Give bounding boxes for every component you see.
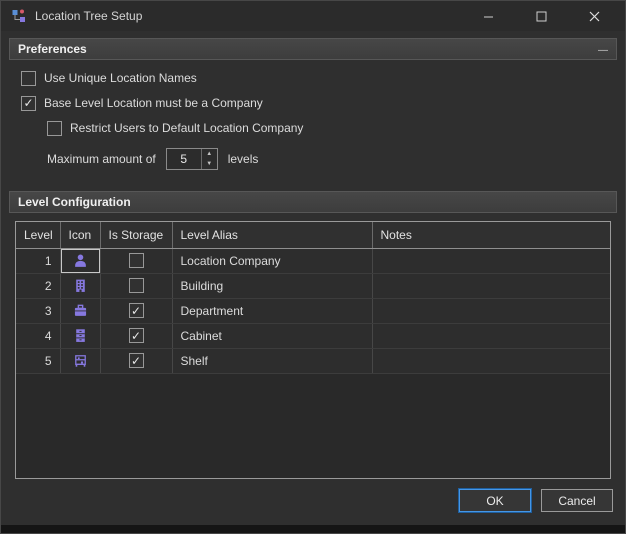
titlebar[interactable]: Location Tree Setup — [1, 1, 625, 31]
collapse-icon[interactable] — [598, 42, 608, 56]
level-cell: 4 — [16, 323, 60, 348]
level-cell: 2 — [16, 273, 60, 298]
notes-cell[interactable] — [372, 248, 610, 273]
use-unique-location-names-label[interactable]: Use Unique Location Names — [44, 71, 197, 85]
window-bottom-edge — [1, 525, 625, 533]
maximize-button[interactable] — [528, 5, 554, 27]
levels-suffix-label: levels — [228, 152, 259, 166]
level-alias-cell[interactable]: Location Company — [172, 248, 372, 273]
spinner-up-icon[interactable] — [202, 149, 217, 159]
table-row: 5 — [16, 348, 610, 373]
restrict-users-label[interactable]: Restrict Users to Default Location Compa… — [70, 121, 303, 135]
table-row: 1 Location Company — [16, 248, 610, 273]
shelf-icon — [73, 353, 88, 368]
is-storage-cell — [100, 323, 172, 348]
window-controls — [475, 5, 617, 27]
app-icon — [11, 8, 27, 24]
preferences-body: Use Unique Location Names Base Level Loc… — [1, 60, 625, 184]
spinner-down-icon[interactable] — [202, 159, 217, 169]
location-company-icon — [73, 253, 88, 268]
icon-cell[interactable] — [60, 348, 100, 373]
level-cell: 1 — [16, 248, 60, 273]
base-level-company-checkbox[interactable] — [21, 96, 36, 111]
notes-cell[interactable] — [372, 298, 610, 323]
minimize-icon — [483, 11, 494, 22]
is-storage-cell — [100, 248, 172, 273]
table-row: 2 Building — [16, 273, 610, 298]
is-storage-cell — [100, 273, 172, 298]
notes-cell[interactable] — [372, 323, 610, 348]
icon-cell[interactable] — [60, 248, 100, 273]
column-header-notes[interactable]: Notes — [372, 222, 610, 248]
table-row: 3 Department — [16, 298, 610, 323]
icon-cell[interactable] — [60, 323, 100, 348]
level-alias-cell[interactable]: Department — [172, 298, 372, 323]
building-icon — [73, 278, 88, 293]
use-unique-location-names-checkbox[interactable] — [21, 71, 36, 86]
unique-names-row: Use Unique Location Names — [21, 70, 613, 86]
level-configuration-header-label: Level Configuration — [18, 195, 131, 209]
level-configuration-header: Level Configuration — [9, 191, 617, 213]
base-level-company-row: Base Level Location must be a Company — [21, 95, 613, 111]
table-header-row: Level Icon Is Storage Level Alias Notes — [16, 222, 610, 248]
column-header-level-alias[interactable]: Level Alias — [172, 222, 372, 248]
column-header-icon[interactable]: Icon — [60, 222, 100, 248]
ok-button[interactable]: OK — [459, 489, 531, 512]
icon-cell[interactable] — [60, 273, 100, 298]
preferences-header: Preferences — [9, 38, 617, 60]
is-storage-cell — [100, 348, 172, 373]
column-header-is-storage[interactable]: Is Storage — [100, 222, 172, 248]
column-header-level[interactable]: Level — [16, 222, 60, 248]
notes-cell[interactable] — [372, 348, 610, 373]
max-levels-input[interactable] — [167, 149, 201, 169]
base-level-company-label[interactable]: Base Level Location must be a Company — [44, 96, 263, 110]
close-icon — [589, 11, 600, 22]
cabinet-icon — [73, 328, 88, 343]
is-storage-cell — [100, 298, 172, 323]
spinner-buttons — [201, 149, 217, 169]
icon-cell[interactable] — [60, 298, 100, 323]
level-configuration-table: Level Icon Is Storage Level Alias Notes … — [15, 221, 611, 479]
table-row: 4 Cabinet — [16, 323, 610, 348]
location-tree-setup-dialog: Location Tree Setup Preferences Use Uniq… — [0, 0, 626, 534]
restrict-users-checkbox[interactable] — [47, 121, 62, 136]
level-alias-cell[interactable]: Shelf — [172, 348, 372, 373]
cancel-button[interactable]: Cancel — [541, 489, 613, 512]
is-storage-checkbox[interactable] — [129, 278, 144, 293]
is-storage-checkbox[interactable] — [129, 253, 144, 268]
minimize-button[interactable] — [475, 5, 501, 27]
level-alias-cell[interactable]: Cabinet — [172, 323, 372, 348]
max-levels-row: Maximum amount of levels — [47, 148, 613, 170]
close-button[interactable] — [581, 5, 607, 27]
max-levels-spinner — [166, 148, 218, 170]
preferences-header-label: Preferences — [18, 42, 87, 56]
is-storage-checkbox[interactable] — [129, 303, 144, 318]
department-briefcase-icon — [73, 303, 88, 318]
is-storage-checkbox[interactable] — [129, 353, 144, 368]
max-levels-label: Maximum amount of — [47, 152, 156, 166]
level-cell: 3 — [16, 298, 60, 323]
window-title: Location Tree Setup — [35, 9, 142, 23]
level-cell: 5 — [16, 348, 60, 373]
level-alias-cell[interactable]: Building — [172, 273, 372, 298]
notes-cell[interactable] — [372, 273, 610, 298]
is-storage-checkbox[interactable] — [129, 328, 144, 343]
dialog-footer: OK Cancel — [1, 489, 625, 525]
maximize-icon — [536, 11, 547, 22]
restrict-users-row: Restrict Users to Default Location Compa… — [47, 120, 613, 136]
